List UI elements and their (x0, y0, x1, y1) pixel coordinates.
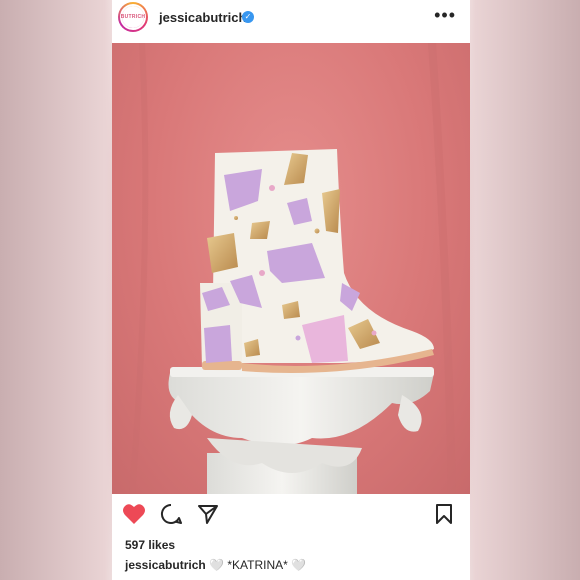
post-header: BUTRICH jessicabutrich ✓ ••• (112, 0, 470, 43)
bookmark-icon[interactable] (434, 503, 454, 530)
post-caption: jessicabutrich 🤍 *KATRINA* 🤍 (125, 558, 306, 572)
more-options-icon[interactable]: ••• (434, 5, 456, 26)
action-bar (112, 500, 470, 532)
heart-filled-icon[interactable] (122, 503, 146, 530)
caption-username[interactable]: jessicabutrich (125, 558, 206, 572)
avatar[interactable]: BUTRICH (118, 2, 148, 32)
avatar-text: BUTRICH (120, 14, 146, 20)
likes-count[interactable]: 597 likes (125, 538, 175, 552)
verified-badge-icon: ✓ (242, 11, 254, 23)
comment-icon[interactable] (160, 503, 182, 530)
boot-illustration (129, 43, 456, 494)
post-image (112, 43, 470, 494)
avatar-logo: BUTRICH (120, 4, 146, 30)
send-icon[interactable] (197, 503, 219, 530)
instagram-post: BUTRICH jessicabutrich ✓ ••• 597 likes j… (112, 0, 470, 580)
caption-text: 🤍 *KATRINA* 🤍 (209, 558, 307, 572)
username[interactable]: jessicabutrich (159, 10, 246, 25)
